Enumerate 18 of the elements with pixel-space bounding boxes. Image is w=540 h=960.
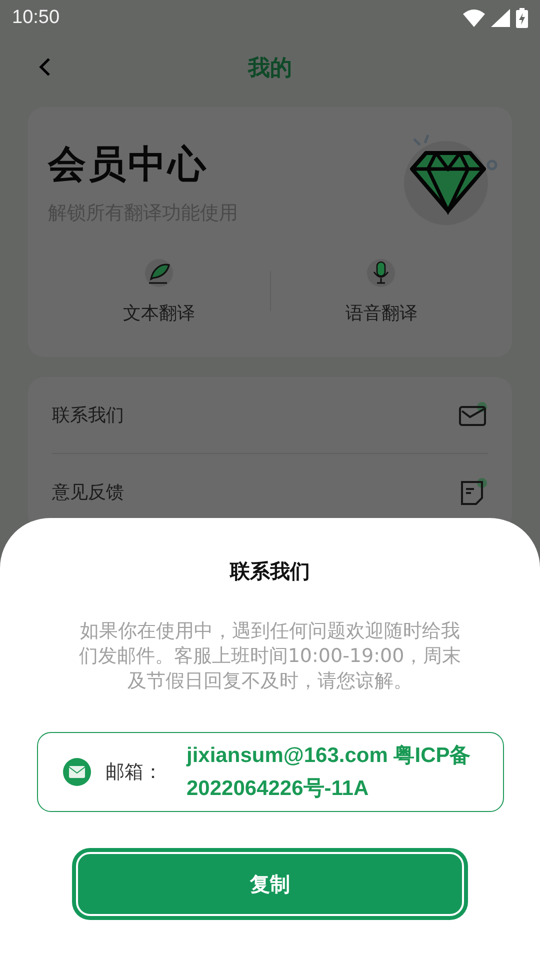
note-icon (458, 478, 488, 506)
dialog-message: 如果你在使用中，遇到任何问题欢迎随时给我们发邮件。客服上班时间10:00-19:00，周末及节假日回复不及时，请您谅解。 (78, 619, 462, 694)
dialog-title: 联系我们 (230, 558, 310, 585)
signal-icon (491, 8, 510, 26)
feature-button[interactable]: 语音翻译 (270, 257, 492, 325)
page-title: 我的 (248, 54, 292, 82)
mail-icon (62, 757, 92, 787)
battery-icon (516, 8, 528, 28)
feature-button[interactable]: 文本翻译 (48, 257, 270, 325)
menu-item[interactable]: 联系我们 (52, 377, 488, 454)
email-address: jixiansum@163.com 粤ICP备2022064226号-11A (186, 743, 472, 802)
envelope-icon (458, 402, 488, 428)
copy-button[interactable]: 复制 (72, 848, 468, 920)
clock-time: 10:50 (12, 6, 60, 28)
wifi-icon (463, 8, 485, 26)
card-title: 会员中心 (48, 141, 209, 188)
microphone-icon (365, 257, 398, 289)
email-label: 邮箱： (106, 760, 162, 785)
